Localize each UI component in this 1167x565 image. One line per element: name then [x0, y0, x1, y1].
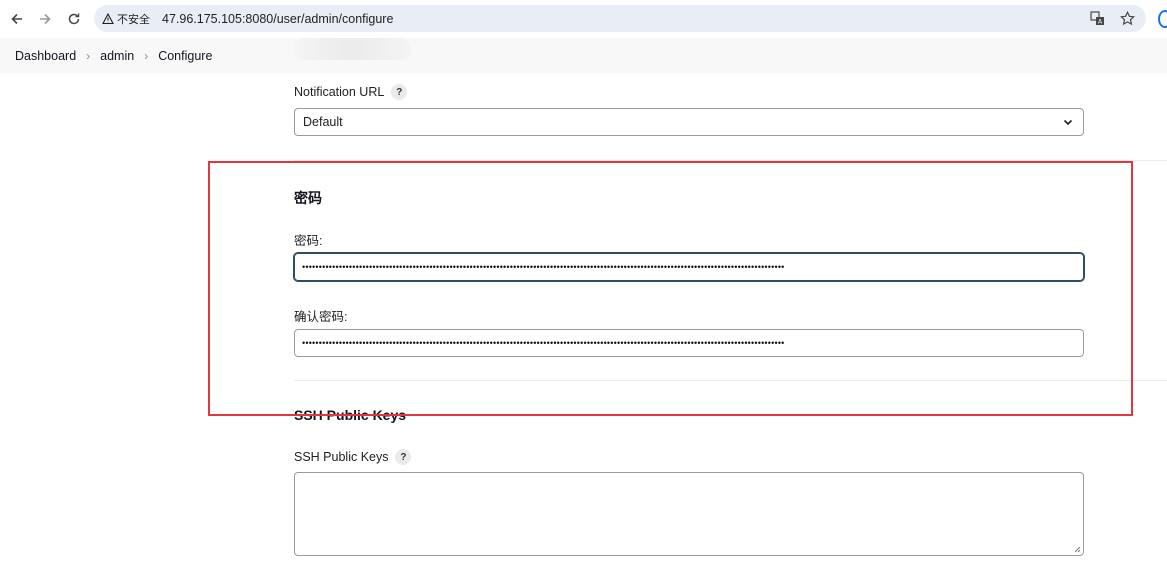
resize-grip-icon[interactable]: [1073, 545, 1081, 553]
reload-icon[interactable]: [63, 8, 85, 30]
translate-icon[interactable]: A: [1088, 9, 1106, 27]
breadcrumb: Dashboard › admin › Configure: [0, 38, 1167, 73]
profile-icon[interactable]: [1158, 10, 1167, 28]
ssh-section-title: SSH Public Keys: [294, 407, 407, 423]
address-bar[interactable]: 不安全 47.96.175.105:8080/user/admin/config…: [94, 5, 1146, 32]
confirm-password-label: 确认密码:: [294, 310, 348, 324]
browser-toolbar: 不安全 47.96.175.105:8080/user/admin/config…: [0, 0, 1167, 38]
user-configure-form: Notification URL ? Default 密码 密码: ••••••…: [0, 73, 1167, 565]
chevron-right-icon: ›: [144, 48, 149, 63]
chevron-down-icon: [1063, 119, 1073, 126]
security-label: 不安全: [117, 13, 150, 26]
breadcrumb-configure[interactable]: Configure: [158, 49, 212, 63]
warning-triangle-icon: [102, 12, 114, 24]
ssh-keys-label: SSH Public Keys ?: [294, 449, 412, 465]
help-icon[interactable]: ?: [395, 449, 412, 465]
blurred-header-remnant: [295, 38, 410, 60]
section-divider: [294, 380, 1167, 381]
security-indicator[interactable]: 不安全: [102, 11, 150, 27]
password-section-title: 密码: [294, 190, 322, 206]
breadcrumb-dashboard[interactable]: Dashboard: [15, 49, 76, 63]
section-divider: [294, 160, 1167, 161]
notification-url-selected: Default: [303, 115, 343, 129]
ssh-keys-label-text: SSH Public Keys: [294, 450, 389, 464]
password-label: 密码:: [294, 234, 323, 248]
url-text[interactable]: 47.96.175.105:8080/user/admin/configure: [162, 12, 393, 26]
forward-arrow-icon[interactable]: [34, 8, 56, 30]
star-icon[interactable]: [1118, 9, 1136, 27]
ssh-keys-textarea[interactable]: [294, 472, 1084, 556]
breadcrumb-admin[interactable]: admin: [100, 49, 134, 63]
notification-url-label-text: Notification URL: [294, 85, 385, 99]
chevron-right-icon: ›: [86, 48, 91, 63]
notification-url-label: Notification URL ?: [294, 84, 408, 100]
confirm-password-input[interactable]: ••••••••••••••••••••••••••••••••••••••••…: [294, 329, 1084, 357]
help-icon[interactable]: ?: [391, 84, 408, 100]
notification-url-select[interactable]: Default: [294, 108, 1084, 136]
back-arrow-icon[interactable]: [6, 8, 28, 30]
password-input[interactable]: ••••••••••••••••••••••••••••••••••••••••…: [294, 253, 1084, 281]
